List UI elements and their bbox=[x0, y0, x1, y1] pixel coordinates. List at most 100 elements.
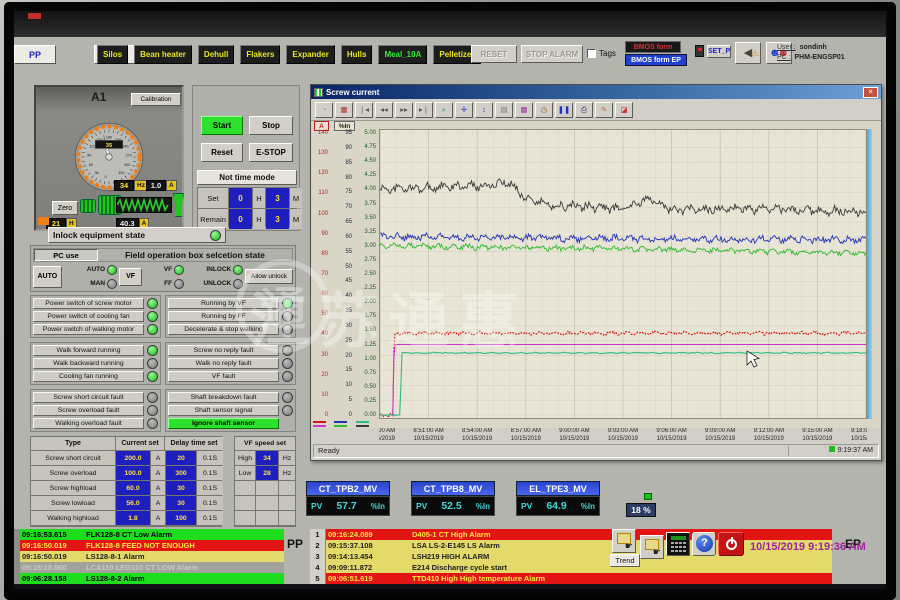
time-mode-bar[interactable]: Not time mode bbox=[197, 170, 297, 185]
vf-button[interactable]: VF bbox=[119, 268, 142, 286]
field-box-title: Field operation box selcetion state bbox=[98, 249, 292, 261]
trend-titlebar[interactable]: Screw current ✕ bbox=[311, 85, 881, 99]
grid-icon[interactable]: ▩ bbox=[515, 102, 533, 118]
keypad-button[interactable] bbox=[666, 532, 690, 556]
section-button-silos[interactable]: Silos bbox=[97, 45, 128, 64]
alarm-row[interactable]: 09:16:50.019FLK128-8 FEED NOT ENOUGH bbox=[14, 540, 284, 551]
ignore-shaft-sensor-button[interactable]: Ignore shaft sensor bbox=[168, 418, 279, 429]
bmos-form-button[interactable]: BMOS form bbox=[625, 41, 681, 53]
ep-alarm-list: 109:16:24.089D405-1 CT High Alarm209:15:… bbox=[310, 529, 832, 584]
forward-icon[interactable]: ▸▸ bbox=[395, 102, 413, 118]
section-button-meal-10a[interactable]: Meal_10A bbox=[378, 45, 427, 64]
section-button-flakers[interactable]: Flakers bbox=[240, 45, 280, 64]
small-display-icon[interactable] bbox=[695, 45, 704, 57]
section-button-expander[interactable]: Expander bbox=[286, 45, 334, 64]
page-select-button[interactable]: ☛ bbox=[640, 535, 664, 559]
status-icon bbox=[829, 446, 835, 452]
plot-area[interactable] bbox=[379, 129, 867, 419]
indicator-led bbox=[282, 392, 293, 403]
pan-icon[interactable]: ✛ bbox=[455, 102, 473, 118]
time-range-icon[interactable]: ◷ bbox=[535, 102, 553, 118]
indicator-led bbox=[282, 324, 293, 335]
print-icon[interactable]: ⎙ bbox=[575, 102, 593, 118]
setting-delay-value[interactable]: 300 bbox=[166, 466, 196, 480]
setting-current-value[interactable]: 1.8 bbox=[116, 511, 150, 525]
axis-tick-label: 75 bbox=[345, 189, 352, 195]
vf-speed-row-high: High34Hz bbox=[235, 451, 295, 465]
section-button-hulls[interactable]: Hulls bbox=[341, 45, 373, 64]
reset-control-button[interactable]: Reset bbox=[201, 143, 243, 162]
compare-icon[interactable]: ▤ bbox=[495, 102, 513, 118]
date-picker-icon[interactable]: ▦ bbox=[335, 102, 353, 118]
axis-tick-label: 40 bbox=[321, 331, 328, 337]
alarm-row[interactable]: 109:16:24.089D405-1 CT High Alarm bbox=[310, 529, 832, 540]
setting-current-value[interactable]: 56.0 bbox=[116, 496, 150, 510]
help-button[interactable]: ? bbox=[692, 532, 716, 556]
setting-current-value[interactable]: 200.0 bbox=[116, 451, 150, 465]
setting-delay-value[interactable]: 20 bbox=[166, 451, 196, 465]
zero-button[interactable]: Zero bbox=[52, 201, 78, 215]
power-button[interactable] bbox=[718, 532, 744, 556]
user-label: User : bbox=[777, 44, 796, 51]
set-minutes[interactable]: 3 bbox=[266, 188, 289, 208]
export-icon[interactable]: ◪ bbox=[615, 102, 633, 118]
trend-window: Screw current ✕ ◔▦❘◂◂◂▸▸▸❘⌕✛↕▤▩◷❚❚⎙✎◪ A … bbox=[310, 84, 882, 461]
alarm-row[interactable]: 509:06:51.619TTD410 High High temperatur… bbox=[310, 573, 832, 584]
start-button[interactable]: Start bbox=[201, 116, 243, 135]
zoom-icon[interactable]: ⌕ bbox=[435, 102, 453, 118]
go-first-icon[interactable]: ❘◂ bbox=[355, 102, 373, 118]
axis-tick-label: 35 bbox=[345, 308, 352, 314]
close-icon[interactable]: ✕ bbox=[863, 87, 878, 98]
go-last-icon[interactable]: ▸❘ bbox=[415, 102, 433, 118]
alarm-row[interactable]: 09:16:50.019LS128-8-1 Alarm bbox=[14, 551, 284, 562]
small-motor-icon bbox=[80, 199, 96, 213]
allow-unlock-button[interactable]: Allow unlock bbox=[245, 269, 293, 284]
machine-title: A1 bbox=[91, 90, 106, 104]
svg-text:0: 0 bbox=[105, 175, 107, 179]
alarm-row[interactable]: 409:09:11.872E214 Discharge cycle start bbox=[310, 562, 832, 573]
auto-led bbox=[107, 265, 117, 275]
alarm-horn-button[interactable]: ◀⚠ bbox=[735, 42, 761, 64]
amp-value: 1.0 bbox=[146, 180, 166, 191]
rewind-icon[interactable]: ◂◂ bbox=[375, 102, 393, 118]
pc-use-button[interactable]: PC use bbox=[34, 249, 98, 261]
setting-delay-value[interactable]: 100 bbox=[166, 511, 196, 525]
stop-icon[interactable]: ◔ bbox=[315, 102, 333, 118]
estop-button[interactable]: E-STOP bbox=[249, 143, 293, 162]
setting-delay-value[interactable]: 30 bbox=[166, 481, 196, 495]
tab-pp[interactable]: PP bbox=[14, 45, 56, 64]
axis-tick-label: 55 bbox=[345, 249, 352, 255]
indicator-led bbox=[147, 311, 158, 322]
alarm-row[interactable]: 09:16:53.615FLK128-8 CT Low Alarm bbox=[14, 529, 284, 540]
calibration-button[interactable]: Calibration bbox=[131, 93, 181, 106]
pause-icon[interactable]: ❚❚ bbox=[555, 102, 573, 118]
bmos-form-ep-button[interactable]: BMOS form EP bbox=[625, 54, 687, 66]
setting-current-unit: A bbox=[151, 451, 165, 465]
annotate-icon[interactable]: ✎ bbox=[595, 102, 613, 118]
alarm-row[interactable]: 09:06:28.158LS128-8-2 Alarm bbox=[14, 573, 284, 584]
section-button-bean-heater[interactable]: Bean heater bbox=[134, 45, 192, 64]
frequency-readout: 34Hz bbox=[114, 180, 148, 191]
setting-current-value[interactable]: 60.0 bbox=[116, 481, 150, 495]
tags-checkbox[interactable] bbox=[587, 49, 596, 58]
stop-button[interactable]: Stop bbox=[249, 116, 293, 135]
reset-button[interactable]: RESET bbox=[471, 45, 517, 63]
machine-panel: A1 Calibration 0306090120150180210240270… bbox=[34, 85, 184, 231]
time-axis-label: 8:48:00 AM10/15/2019 bbox=[379, 428, 395, 443]
vf-speed-value[interactable]: 34 bbox=[256, 451, 278, 465]
time-label-time: 9:00:00 AM bbox=[559, 428, 589, 436]
trend-status-text: Ready bbox=[318, 446, 340, 455]
vf-speed-value[interactable]: 28 bbox=[256, 466, 278, 480]
alarm-row[interactable]: 09:15:18.060LCA110 LEG110 CT LOW Alarm bbox=[14, 562, 284, 573]
setting-current-value[interactable]: 100.0 bbox=[116, 466, 150, 480]
setp-button[interactable]: SET_P bbox=[707, 45, 731, 58]
stop-alarm-button[interactable]: STOP ALARM bbox=[521, 45, 583, 63]
trend-open-button[interactable]: ☛ bbox=[612, 529, 636, 553]
vertical-zoom-icon[interactable]: ↕ bbox=[475, 102, 493, 118]
auto-button[interactable]: AUTO bbox=[33, 266, 62, 288]
set-hours[interactable]: 0 bbox=[229, 188, 252, 208]
section-button-dehull[interactable]: Dehull bbox=[198, 45, 234, 64]
setting-delay-value[interactable]: 30 bbox=[166, 496, 196, 510]
user-value: sondinh bbox=[800, 44, 827, 51]
time-label-time: 9:15:00 AM bbox=[802, 428, 832, 436]
